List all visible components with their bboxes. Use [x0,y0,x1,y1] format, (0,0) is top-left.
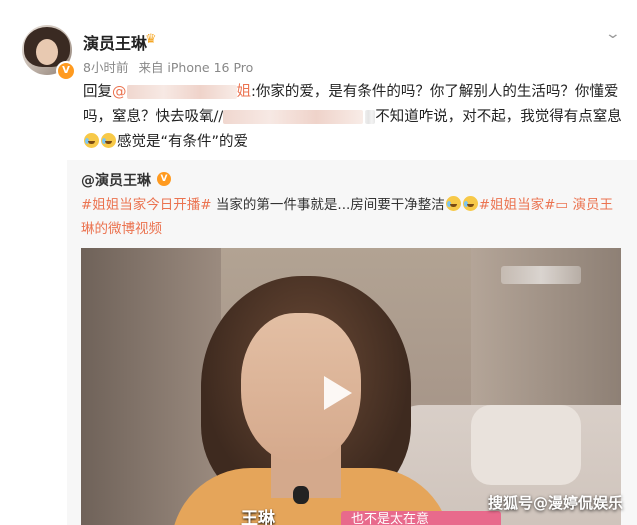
sohu-watermark: 搜狐号@漫婷侃娱乐 [487,494,623,512]
blurred-quote [223,110,364,124]
blurred-username [126,85,237,99]
weibo-post: V 演员王琳 ♛ 8小时前 来自 iPhone 16 Pro ⌄ 回复@ 姐:你家… [0,0,637,525]
hashtag-link[interactable]: #姐姐当家今日开播# [81,197,212,213]
author-name[interactable]: 演员王琳 [83,30,147,54]
pillow [471,405,581,485]
video-camera-icon: ▭ [555,197,569,213]
chevron-down-icon[interactable]: ⌄ [605,26,621,42]
verified-badge-icon: V [56,61,76,81]
play-icon[interactable] [324,376,352,410]
post-source: 来自 iPhone 16 Pro [138,60,254,75]
crown-icon: ♛ [145,32,157,47]
blurred-watermark [501,266,581,284]
avatar-face [36,39,58,65]
reply-prefix: 回复 [83,84,112,100]
repost-text: #姐姐当家今日开播# 当家的第一件事就是...房间要干净整洁 #姐姐当家#▭ 演员… [81,193,626,241]
hashtag-link[interactable]: #姐姐当家# [479,197,556,213]
crying-laugh-emoji-icon [445,196,461,211]
post-time[interactable]: 8小时前 [83,60,128,75]
video-caption: 也不是太在意 [341,511,501,525]
repost-body: 当家的第一件事就是...房间要干净整洁 [211,197,445,213]
crying-laugh-emoji-icon [84,133,99,148]
reply-body-3: 感觉是“有条件”的爱 [117,134,249,150]
video-player[interactable]: 王琳 也不是太在意 [81,248,621,525]
reply-text: 回复@ 姐:你家的爱，是有条件的吗？你了解别人的生活吗？你懂爱吗，窒息？快去吸氧/… [83,80,623,155]
reply-body-2: 不知道咋说，对不起，我觉得有点窒息 [375,109,622,125]
repost-author[interactable]: @演员王琳 [81,170,151,190]
lapel-mic [293,486,309,504]
crying-laugh-emoji-icon [462,196,478,211]
reply-mention[interactable]: @ 姐 [112,84,251,100]
post-meta: 8小时前 来自 iPhone 16 Pro [83,57,259,76]
video-caption-name: 王琳 [241,509,275,525]
verified-badge-icon: V [157,172,171,186]
repost-card: @演员王琳 V #姐姐当家今日开播# 当家的第一件事就是...房间要干净整洁 #姐… [67,160,637,525]
crying-laugh-emoji-icon [101,133,116,148]
